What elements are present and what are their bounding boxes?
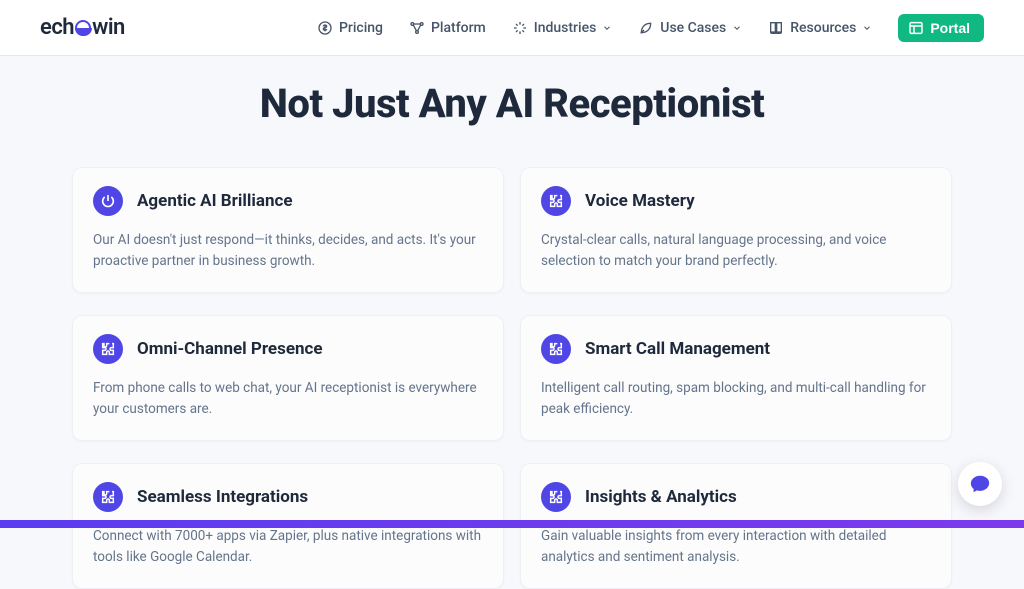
feature-title: Seamless Integrations (137, 487, 308, 507)
feature-body: From phone calls to web chat, your AI re… (93, 378, 483, 420)
feature-body: Intelligent call routing, spam blocking,… (541, 378, 931, 420)
layout-icon (908, 20, 924, 36)
brand-logo-part-ech: ech (40, 15, 74, 40)
feature-body: Our AI doesn't just respond—it thinks, d… (93, 230, 483, 272)
chat-launcher-button[interactable] (958, 462, 1002, 506)
rocket-icon (638, 20, 654, 36)
feature-body: Connect with 7000+ apps via Zapier, plus… (93, 526, 483, 568)
feature-card-omni-channel: Omni-Channel Presence From phone calls t… (72, 315, 504, 441)
nav-use-cases[interactable]: Use Cases (638, 20, 742, 36)
nav-resources[interactable]: Resources (768, 20, 872, 36)
nav-pricing-label: Pricing (339, 20, 383, 36)
chevron-down-icon (862, 23, 872, 33)
nav-industries-label: Industries (534, 20, 597, 36)
dollar-icon (317, 20, 333, 36)
feature-body: Crystal-clear calls, natural language pr… (541, 230, 931, 272)
power-icon (93, 186, 123, 216)
portal-button[interactable]: Portal (898, 14, 984, 42)
sparkle-icon (512, 20, 528, 36)
nav-platform-label: Platform (431, 20, 486, 36)
page-title: Not Just Any AI Receptionist (40, 80, 984, 127)
feature-title: Smart Call Management (585, 339, 770, 359)
feature-title: Insights & Analytics (585, 487, 737, 507)
feature-card-agentic-ai: Agentic AI Brilliance Our AI doesn't jus… (72, 167, 504, 293)
puzzle-icon (541, 186, 571, 216)
puzzle-icon (93, 334, 123, 364)
brand-logo[interactable]: ech win (40, 15, 125, 40)
footer-accent-strip (0, 520, 1024, 528)
nav-resources-label: Resources (790, 20, 856, 36)
feature-body: Gain valuable insights from every intera… (541, 526, 931, 568)
feature-title: Omni-Channel Presence (137, 339, 323, 359)
chevron-down-icon (602, 23, 612, 33)
feature-card-smart-call: Smart Call Management Intelligent call r… (520, 315, 952, 441)
main-nav: Pricing Platform Industries (317, 14, 984, 42)
nav-platform[interactable]: Platform (409, 20, 486, 36)
chat-icon (969, 473, 991, 495)
feature-title: Voice Mastery (585, 191, 695, 211)
brand-logo-o-icon (75, 20, 91, 36)
page-main: Not Just Any AI Receptionist Agentic AI … (0, 56, 1024, 589)
chevron-down-icon (732, 23, 742, 33)
nav-pricing[interactable]: Pricing (317, 20, 383, 36)
book-icon (768, 20, 784, 36)
feature-card-voice-mastery: Voice Mastery Crystal-clear calls, natur… (520, 167, 952, 293)
site-header: ech win Pricing Platform (0, 0, 1024, 56)
nav-industries[interactable]: Industries (512, 20, 613, 36)
brand-logo-part-win: win (92, 15, 125, 40)
nav-use-cases-label: Use Cases (660, 20, 726, 36)
nodes-icon (409, 20, 425, 36)
portal-button-label: Portal (930, 20, 970, 36)
puzzle-icon (541, 482, 571, 512)
puzzle-icon (93, 482, 123, 512)
feature-title: Agentic AI Brilliance (137, 191, 293, 211)
puzzle-icon (541, 334, 571, 364)
